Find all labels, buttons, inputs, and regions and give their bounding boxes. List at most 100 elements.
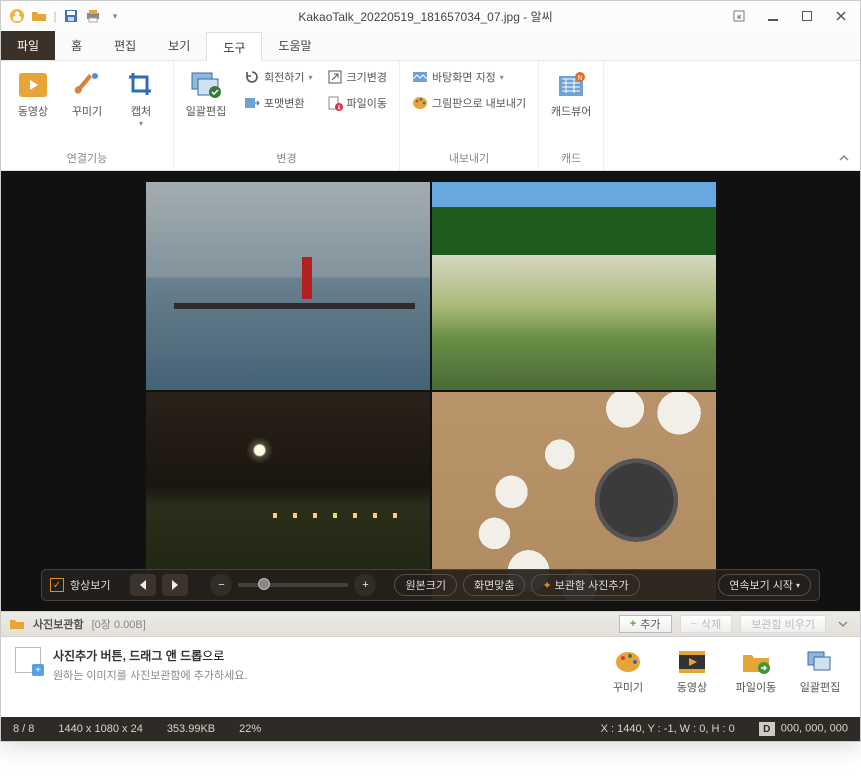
helper-line1-tail: 으로 [202, 649, 224, 663]
svg-text:N: N [578, 75, 583, 82]
palette-icon [412, 95, 428, 111]
ribbon-move-label: 파일이동 [347, 95, 387, 111]
add-to-archive-button[interactable]: ✦ 보관함 사진추가 [531, 574, 639, 596]
ribbon-rotate-button[interactable]: 회전하기 ▾ [238, 65, 319, 89]
fit-screen-button[interactable]: 화면맞춤 [463, 574, 525, 596]
zoom-slider-knob[interactable] [258, 578, 270, 590]
menu-view[interactable]: 보기 [152, 31, 206, 60]
ribbon-batch-button[interactable]: 일괄편집 [180, 65, 232, 123]
divider-icon: | [51, 6, 59, 26]
ribbon-resize-button[interactable]: 크기변경 [321, 65, 393, 89]
menu-help[interactable]: 도움말 [262, 31, 327, 60]
ribbon-cadviewer-label: 캐드뷰어 [551, 105, 591, 119]
ribbon-move-button[interactable]: 파일이동 [321, 91, 393, 115]
chevron-down-icon: ▾ [796, 581, 800, 590]
helper-line1: 사진추가 버튼, 드래그 앤 드롭으로 [53, 647, 247, 664]
helper-decorate-button[interactable]: 꾸미기 [602, 647, 654, 695]
viewer-toolbar: ✓ 항상보기 − + 원본크기 화면맞춤 ✦ 보관함 사진추가 연속보기 시작 [41, 569, 820, 601]
status-color: D 000, 000, 000 [747, 722, 860, 736]
tray-add-label: 추가 [640, 616, 660, 632]
tray-folder-icon [9, 617, 25, 631]
zoom-out-button[interactable]: − [210, 574, 232, 596]
ribbon-format-button[interactable]: 포맷변환 [238, 91, 319, 115]
rotate-icon [244, 69, 260, 85]
batch-edit-icon [803, 647, 837, 677]
helper-batch-label: 일괄편집 [800, 679, 840, 695]
menu-home[interactable]: 홈 [55, 31, 98, 60]
status-bar: 8 / 8 1440 x 1080 x 24 353.99KB 22% X : … [1, 717, 860, 741]
tray-delete-button[interactable]: − 삭제 [680, 615, 733, 633]
cad-icon: N [555, 69, 587, 101]
tray-delete-label: 삭제 [701, 616, 721, 632]
format-convert-icon [244, 95, 260, 111]
ribbon-batch-label: 일괄편집 [186, 105, 226, 119]
chevron-down-icon: ▾ [308, 73, 312, 82]
next-image-button[interactable] [162, 574, 188, 596]
ribbon-capture-label: 캡처 [131, 105, 151, 119]
helper-move-button[interactable]: 파일이동 [730, 647, 782, 695]
minimize-icon[interactable] [760, 4, 786, 28]
tray-label: 사진보관함 [33, 616, 84, 632]
tray-expand-icon[interactable] [834, 619, 852, 629]
ribbon-cadviewer-button[interactable]: N 캐드뷰어 [545, 65, 597, 123]
ribbon-wallpaper-button[interactable]: 바탕화면 지정 ▾ [406, 65, 532, 89]
folder-move-icon [739, 647, 773, 677]
image-viewer[interactable]: ✓ 항상보기 − + 원본크기 화면맞춤 ✦ 보관함 사진추가 연속보기 시작 [1, 171, 860, 611]
ribbon-decorate-button[interactable]: 꾸미기 [61, 65, 113, 123]
photo-tray-header: 사진보관함 [0장 0.00B] + 추가 − 삭제 보관함 비우기 [1, 611, 860, 637]
ribbon-paint-button[interactable]: 그림판으로 내보내기 [406, 91, 532, 115]
zoom-slider[interactable] [238, 583, 348, 587]
chevron-down-icon: ▾ [500, 73, 504, 82]
menubar: 파일 홈 편집 보기 도구 도움말 [1, 31, 860, 61]
quickaccess-menu-icon[interactable]: ▾ [105, 6, 125, 26]
image-quadrant [146, 182, 430, 390]
minus-icon: − [691, 618, 697, 630]
ribbon-paint-label: 그림판으로 내보내기 [432, 95, 526, 111]
file-move-icon [327, 95, 343, 111]
slideshow-button[interactable]: 연속보기 시작 ▾ [718, 574, 811, 596]
menu-edit[interactable]: 편집 [98, 31, 152, 60]
helper-batch-button[interactable]: 일괄편집 [794, 647, 846, 695]
tray-add-button[interactable]: + 추가 [619, 615, 672, 633]
wallpaper-icon [412, 69, 428, 85]
ribbon-capture-button[interactable]: 캡처 ▾ [115, 65, 167, 134]
film-icon [675, 647, 709, 677]
status-d-label: D [759, 722, 775, 736]
save-icon[interactable] [61, 6, 81, 26]
always-show-checkbox[interactable]: ✓ [50, 578, 64, 592]
ribbon-wallpaper-label: 바탕화면 지정 [432, 69, 496, 85]
original-size-button[interactable]: 원본크기 [394, 574, 456, 596]
status-page: 8 / 8 [1, 723, 46, 735]
helper-move-label: 파일이동 [736, 679, 776, 695]
helper-video-label: 동영상 [677, 679, 707, 695]
status-dims: 1440 x 1080 x 24 [46, 723, 154, 735]
prev-image-button[interactable] [130, 574, 156, 596]
tray-clear-button[interactable]: 보관함 비우기 [740, 615, 826, 633]
ribbon-rotate-label: 회전하기 [264, 69, 304, 85]
ribbon-group-change-label: 변경 [180, 148, 393, 168]
window-title: KakaoTalk_20220519_181657034_07.jpg - 알씨 [125, 8, 726, 25]
ribbon-group-export-label: 내보내기 [406, 148, 532, 168]
always-show-label: 항상보기 [70, 577, 110, 593]
tray-clear-label: 보관함 비우기 [751, 616, 815, 632]
menu-tools[interactable]: 도구 [206, 32, 262, 61]
batch-edit-icon [190, 69, 222, 101]
status-d-value: 000, 000, 000 [781, 723, 848, 735]
ribbon-decorate-label: 꾸미기 [72, 105, 102, 119]
plus-icon: + [630, 618, 636, 630]
ribbon-group-cad-label: 캐드 [545, 148, 597, 168]
crop-icon [125, 69, 157, 101]
close-icon[interactable] [828, 4, 854, 28]
zoom-in-button[interactable]: + [354, 574, 376, 596]
open-folder-icon[interactable] [29, 6, 49, 26]
print-icon[interactable] [83, 6, 103, 26]
helper-video-button[interactable]: 동영상 [666, 647, 718, 695]
ribbon-collapse-icon[interactable] [838, 152, 850, 164]
ribbon-video-button[interactable]: 동영상 [7, 65, 59, 123]
compact-icon[interactable] [726, 4, 752, 28]
menu-file[interactable]: 파일 [1, 31, 55, 60]
add-photo-dropzone-icon[interactable] [15, 647, 41, 673]
maximize-icon[interactable] [794, 4, 820, 28]
palette-icon [611, 647, 645, 677]
slideshow-label: 연속보기 시작 [729, 577, 793, 593]
